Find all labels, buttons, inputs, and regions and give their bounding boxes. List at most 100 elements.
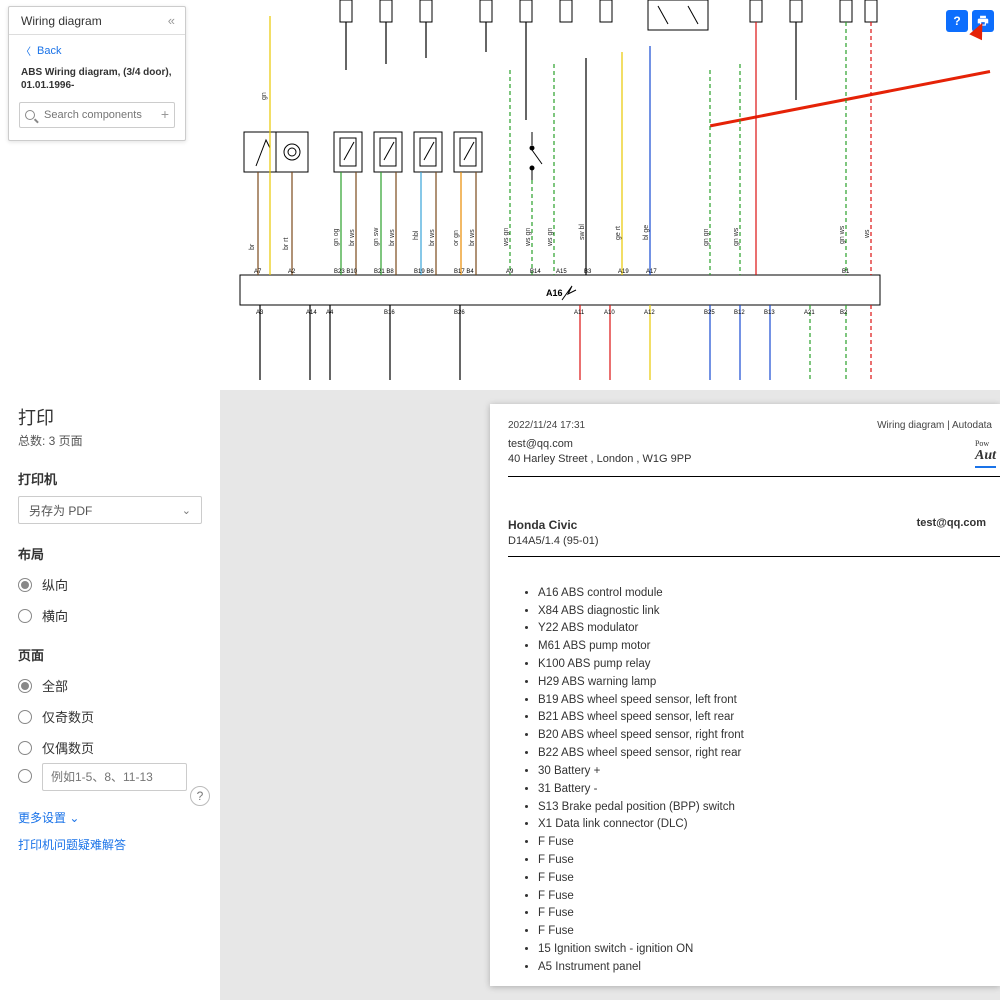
svg-text:gn sw: gn sw bbox=[373, 227, 380, 246]
svg-text:A17: A17 bbox=[646, 269, 657, 275]
list-item: A5 Instrument panel bbox=[538, 959, 1000, 977]
wiring-viewer: Wiring diagram « 〈 Back ABS Wiring diagr… bbox=[0, 0, 1000, 390]
doc-breadcrumb: Wiring diagram | Autodata bbox=[877, 420, 992, 431]
radio-icon bbox=[18, 741, 32, 755]
svg-text:B22: B22 bbox=[456, 121, 471, 130]
svg-text:gn og: gn og bbox=[333, 228, 340, 246]
print-settings-pane: 打印 总数: 3 页面 打印机 另存为 PDF ⌄ 布局 纵向 横向 页面 全部… bbox=[0, 390, 220, 1000]
svg-text:A10: A10 bbox=[604, 310, 615, 316]
more-settings-link[interactable]: 更多设置 ⌄ bbox=[18, 809, 202, 826]
doc-address: 40 Harley Street , London , W1G 9PP bbox=[508, 452, 691, 467]
wiring-diagram[interactable]: F 7,5A K100 A5 H29 B19 B20 bbox=[210, 0, 1000, 382]
list-item: F Fuse bbox=[538, 834, 1000, 852]
chevron-down-icon: ⌄ bbox=[69, 811, 79, 825]
layout-label: 布局 bbox=[18, 544, 202, 563]
list-item: B19 ABS wheel speed sensor, left front bbox=[538, 692, 1000, 710]
list-item: B20 ABS wheel speed sensor, right front bbox=[538, 727, 1000, 745]
list-item: B21 ABS wheel speed sensor, left rear bbox=[538, 709, 1000, 727]
svg-text:A12: A12 bbox=[644, 310, 655, 316]
svg-text:H29: H29 bbox=[286, 121, 301, 130]
search-input[interactable] bbox=[19, 102, 175, 128]
list-item: X84 ABS diagnostic link bbox=[538, 603, 1000, 621]
svg-text:A4: A4 bbox=[326, 310, 334, 316]
list-item: F Fuse bbox=[538, 870, 1000, 888]
svg-text:A19: A19 bbox=[618, 269, 629, 275]
svg-text:sw bl: sw bl bbox=[579, 224, 586, 240]
svg-text:B23 B10: B23 B10 bbox=[334, 269, 358, 275]
doc-timestamp: 2022/11/24 17:31 bbox=[508, 420, 585, 431]
radio-icon bbox=[18, 578, 32, 592]
svg-text:ws gn: ws gn bbox=[547, 228, 554, 247]
panel-title: Wiring diagram bbox=[21, 14, 102, 28]
radio-icon bbox=[18, 710, 32, 724]
printer-value: 另存为 PDF bbox=[29, 502, 92, 519]
svg-text:ws gn: ws gn bbox=[503, 228, 510, 247]
layout-landscape[interactable]: 横向 bbox=[18, 606, 202, 625]
print-dialog-window: ? 打印 总数: 3 页面 打印机 另存为 PDF ⌄ 布局 纵向 横向 页面 … bbox=[0, 390, 1000, 1000]
svg-text:B2: B2 bbox=[840, 310, 848, 316]
svg-text:ws: ws bbox=[864, 229, 871, 239]
chevron-down-icon: ⌄ bbox=[182, 504, 191, 517]
svg-text:hbl: hbl bbox=[413, 230, 420, 240]
list-item: F Fuse bbox=[538, 852, 1000, 870]
svg-text:B19: B19 bbox=[336, 121, 351, 130]
list-item: F Fuse bbox=[538, 923, 1000, 941]
pages-even[interactable]: 仅偶数页 bbox=[18, 738, 202, 757]
svg-text:A5: A5 bbox=[246, 121, 257, 130]
svg-text:A16: A16 bbox=[546, 288, 563, 298]
radio-icon bbox=[18, 679, 32, 693]
printer-select[interactable]: 另存为 PDF ⌄ bbox=[18, 496, 202, 524]
svg-text:A15: A15 bbox=[556, 269, 567, 275]
svg-text:B25: B25 bbox=[704, 310, 715, 316]
doc-title: ABS Wiring diagram, (3/4 door), 01.01.19… bbox=[9, 66, 185, 102]
list-item: A16 ABS control module bbox=[538, 585, 1000, 603]
svg-text:gn gn: gn gn bbox=[703, 228, 710, 246]
print-preview: 2022/11/24 17:31 Wiring diagram | Autoda… bbox=[220, 390, 1000, 1000]
pages-all[interactable]: 全部 bbox=[18, 676, 202, 695]
troubleshoot-link[interactable]: 打印机问题疑难解答 bbox=[18, 836, 202, 853]
pages-odd[interactable]: 仅奇数页 bbox=[18, 707, 202, 726]
svg-text:ws gn: ws gn bbox=[525, 228, 532, 247]
svg-text:br ws: br ws bbox=[469, 229, 476, 246]
list-item: F Fuse bbox=[538, 905, 1000, 923]
doc-user: test@qq.com bbox=[917, 517, 986, 550]
plus-icon[interactable]: + bbox=[161, 106, 169, 122]
svg-text:or gn: or gn bbox=[453, 230, 460, 246]
svg-text:B19 B6: B19 B6 bbox=[414, 269, 434, 275]
preview-page: 2022/11/24 17:31 Wiring diagram | Autoda… bbox=[490, 404, 1000, 986]
list-item: F Fuse bbox=[538, 888, 1000, 906]
svg-text:B26: B26 bbox=[454, 310, 465, 316]
doc-email: test@qq.com bbox=[508, 437, 691, 452]
help-icon[interactable]: ? bbox=[190, 786, 210, 806]
svg-text:B14: B14 bbox=[530, 269, 541, 275]
svg-text:gn ws: gn ws bbox=[839, 225, 846, 244]
left-panel: Wiring diagram « 〈 Back ABS Wiring diagr… bbox=[8, 6, 186, 141]
layout-portrait[interactable]: 纵向 bbox=[18, 575, 202, 594]
list-item: 15 Ignition switch - ignition ON bbox=[538, 941, 1000, 959]
vehicle-engine: D14A5/1.4 (95-01) bbox=[508, 535, 599, 547]
back-button[interactable]: 〈 Back bbox=[9, 35, 185, 66]
svg-text:S13: S13 bbox=[528, 121, 543, 130]
radio-icon bbox=[18, 609, 32, 623]
svg-text:B21: B21 bbox=[416, 121, 431, 130]
print-summary: 总数: 3 页面 bbox=[18, 432, 202, 449]
list-item: X1 Data link connector (DLC) bbox=[538, 816, 1000, 834]
print-title: 打印 bbox=[18, 404, 202, 430]
list-item: 30 Battery + bbox=[538, 763, 1000, 781]
svg-text:br rt: br rt bbox=[283, 238, 290, 251]
svg-text:A14: A14 bbox=[306, 310, 317, 316]
back-label: Back bbox=[37, 45, 61, 57]
svg-text:F: F bbox=[270, 1, 275, 10]
collapse-icon[interactable]: « bbox=[168, 13, 175, 28]
svg-text:A7: A7 bbox=[254, 269, 262, 275]
search-components[interactable]: + bbox=[19, 102, 175, 128]
printer-label: 打印机 bbox=[18, 469, 202, 488]
svg-text:B17 B4: B17 B4 bbox=[454, 269, 474, 275]
svg-text:B20: B20 bbox=[376, 121, 391, 130]
svg-text:br ws: br ws bbox=[429, 229, 436, 246]
pages-range-input[interactable] bbox=[42, 763, 187, 791]
chevron-left-icon: 〈 bbox=[21, 43, 31, 58]
list-item: B22 ABS wheel speed sensor, right rear bbox=[538, 745, 1000, 763]
svg-text:br ws: br ws bbox=[349, 229, 356, 246]
svg-text:A2: A2 bbox=[288, 269, 296, 275]
